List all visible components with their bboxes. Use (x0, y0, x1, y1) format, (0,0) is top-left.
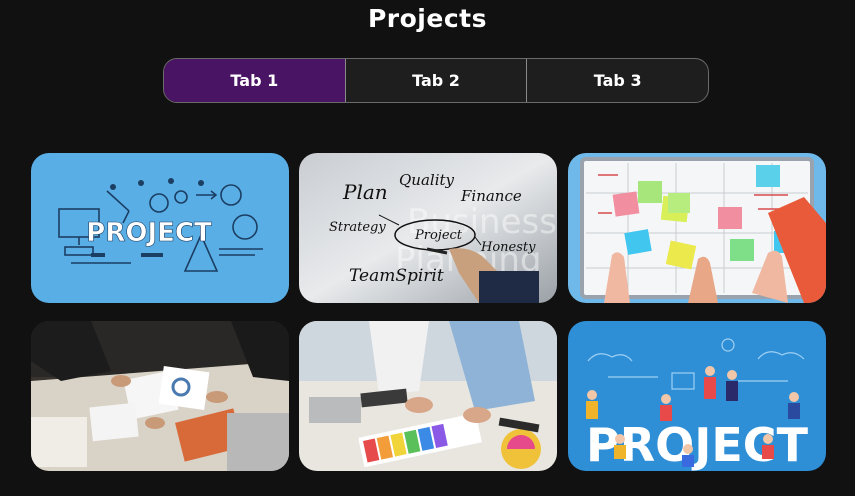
project-card-2[interactable]: Business Planning Plan Quality Finance S… (299, 153, 557, 303)
word-quality: Quality (399, 171, 455, 189)
project-card-1[interactable]: PROJECT (31, 153, 289, 303)
word-teamspirit: TeamSpirit (349, 266, 444, 286)
project-illustration-caption: PROJECT (586, 418, 809, 471)
project-gallery: PROJECT Business Planning Plan Quality F… (31, 153, 826, 471)
team-meeting-image (31, 321, 289, 471)
tab-bar: Tab 1 Tab 2 Tab 3 (163, 58, 709, 103)
project-card-4[interactable] (31, 321, 289, 471)
tab-2[interactable]: Tab 2 (346, 59, 528, 102)
word-honesty: Honesty (480, 240, 536, 255)
kanban-board-image (568, 153, 826, 303)
project-banner-caption: PROJECT (86, 218, 212, 248)
project-team-illustration: PROJECT (568, 321, 826, 471)
project-banner-image: PROJECT (31, 153, 289, 303)
word-strategy: Strategy (329, 220, 386, 235)
tab-1[interactable]: Tab 1 (164, 59, 346, 102)
page: Projects Tab 1 Tab 2 Tab 3 PROJECT Busin… (0, 0, 855, 496)
tab-3[interactable]: Tab 3 (527, 59, 708, 102)
planning-words-image: Business Planning Plan Quality Finance S… (299, 153, 557, 303)
project-card-3[interactable] (568, 153, 826, 303)
word-project: Project (414, 228, 463, 243)
design-work-image (299, 321, 557, 471)
project-card-5[interactable] (299, 321, 557, 471)
page-title: Projects (367, 4, 487, 33)
word-plan: Plan (342, 180, 388, 204)
project-card-6[interactable]: PROJECT (568, 321, 826, 471)
word-finance: Finance (460, 187, 522, 205)
